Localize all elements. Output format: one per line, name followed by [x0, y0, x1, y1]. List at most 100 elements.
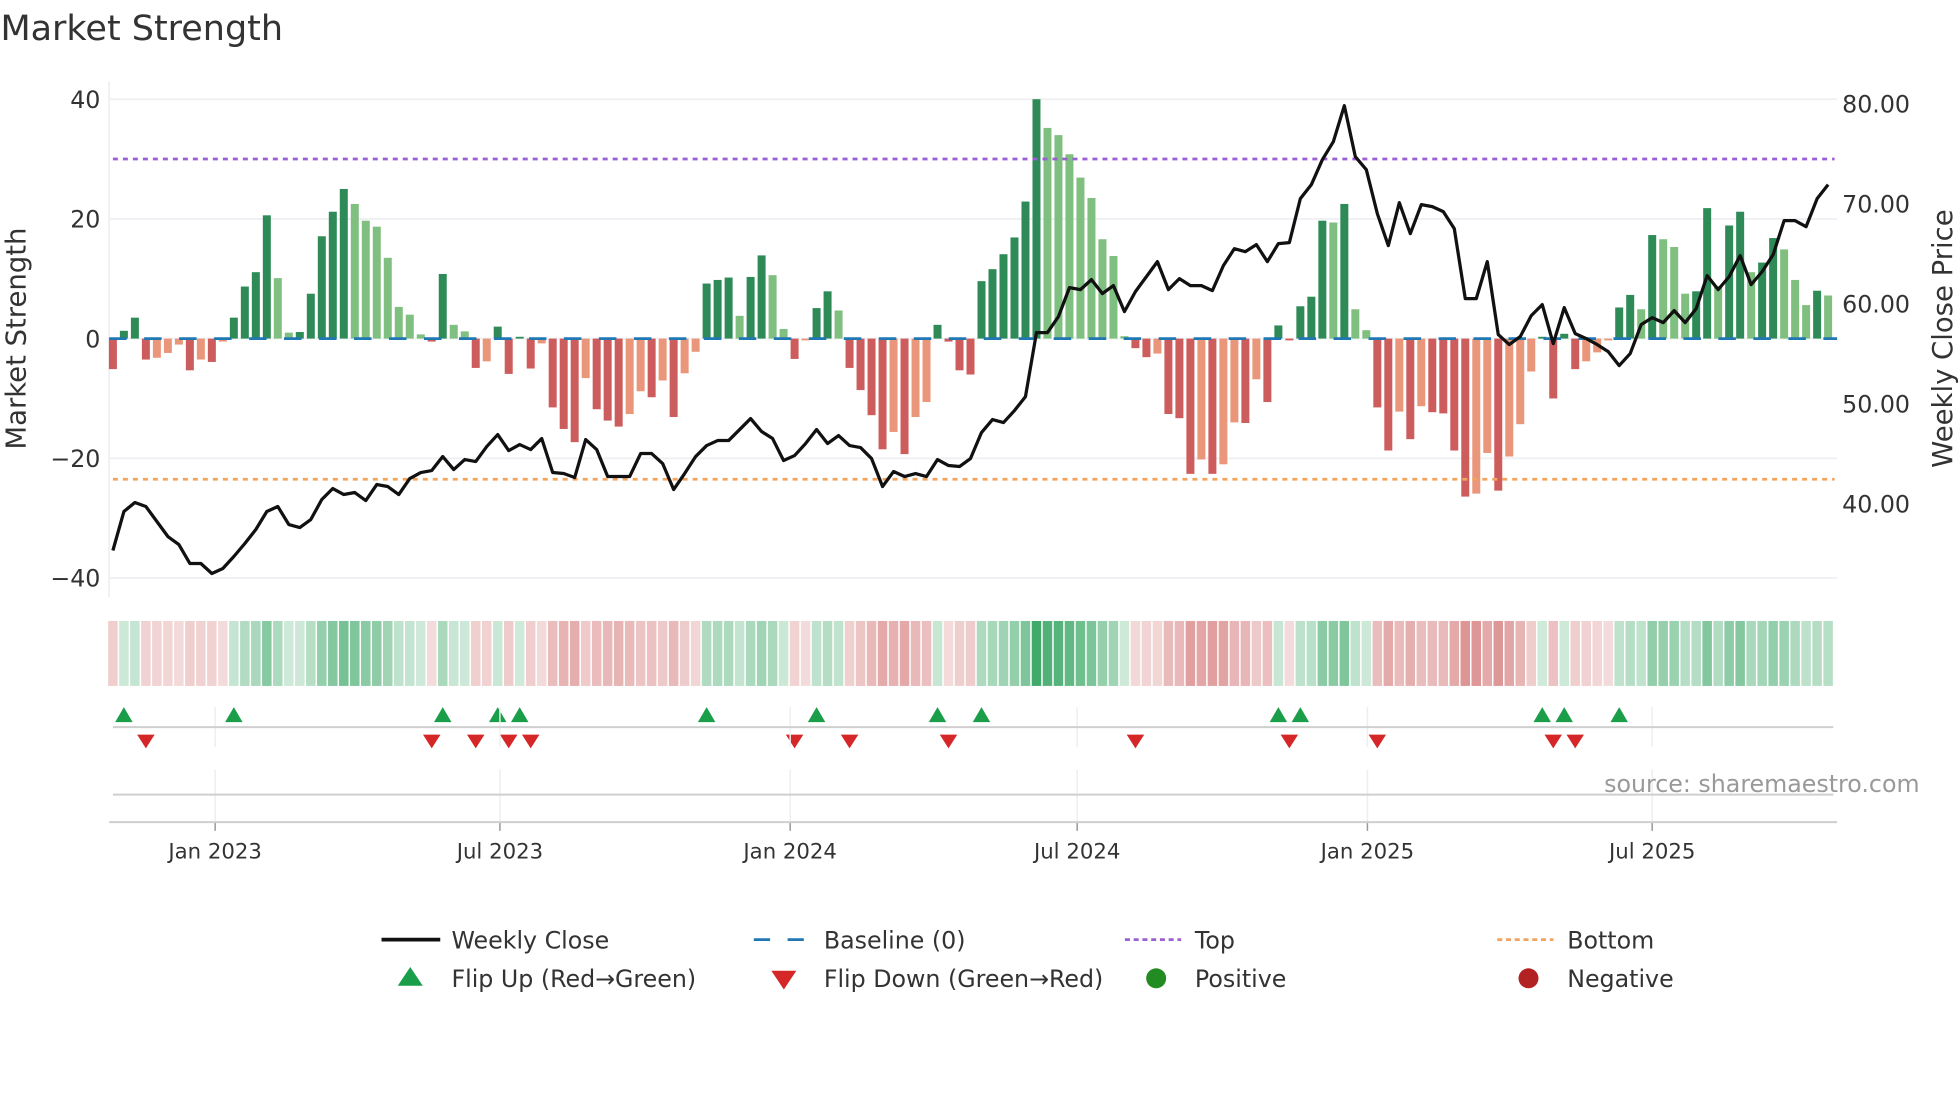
y2-tick-label: 40.00	[1842, 490, 1910, 518]
heat-cell	[1801, 620, 1811, 686]
strength-bar	[350, 203, 359, 339]
heat-cell	[427, 620, 437, 686]
heat-cell	[405, 620, 415, 686]
strength-bar	[1065, 154, 1074, 339]
strength-bar	[1153, 338, 1162, 354]
strength-bar	[273, 278, 282, 339]
strength-bar	[515, 336, 524, 339]
strength-bar	[1274, 325, 1283, 339]
strength-bar	[1505, 338, 1514, 457]
heat-cell	[262, 620, 272, 686]
heat-cell	[1174, 620, 1185, 686]
strength-bar	[405, 314, 414, 339]
heat-cell	[459, 620, 470, 686]
strength-bar	[625, 338, 634, 415]
heat-cell	[437, 620, 448, 686]
strength-bar	[240, 286, 249, 339]
strength-bar	[438, 273, 447, 339]
strength-bar	[1439, 338, 1448, 414]
strength-bar	[1252, 338, 1261, 380]
heat-cell	[1141, 620, 1152, 686]
flip-up-marker	[225, 707, 243, 723]
y-tick-label: 20	[70, 206, 100, 234]
heat-strip	[108, 620, 1833, 686]
flip-down-marker	[1126, 734, 1145, 749]
flip-up-marker	[807, 707, 826, 723]
flip-up-marker	[697, 707, 716, 723]
strength-bar	[1714, 285, 1723, 339]
heat-cell	[1713, 620, 1723, 686]
strength-bar	[669, 338, 678, 417]
strength-bar	[339, 188, 348, 339]
strength-bar	[570, 338, 579, 443]
flip-up-marker	[1291, 707, 1310, 723]
strength-bar	[163, 338, 172, 353]
heat-cell	[624, 620, 635, 686]
strength-bar	[1494, 338, 1503, 491]
heat-cell	[317, 620, 327, 686]
flip-down-marker	[939, 734, 958, 749]
heat-cell	[1328, 620, 1339, 686]
heat-cell	[295, 620, 305, 686]
strength-bar	[1395, 338, 1404, 412]
strength-bar	[691, 338, 700, 352]
heat-cell	[943, 620, 954, 686]
strength-bar	[1087, 197, 1096, 339]
y2-axis-title: Weekly Close Price	[1927, 209, 1959, 467]
heat-cell	[833, 620, 844, 686]
heat-cell	[196, 620, 206, 686]
heat-cell	[954, 620, 965, 686]
strength-bar	[383, 257, 392, 339]
heat-cell	[1471, 620, 1482, 686]
heat-cell	[328, 620, 338, 686]
strength-bar	[1329, 222, 1338, 339]
heat-cell	[1515, 620, 1526, 686]
legend-label: Flip Up (Red→Green)	[451, 965, 696, 993]
strength-bar	[1230, 338, 1239, 423]
heat-cell	[844, 620, 855, 686]
strength-bar	[559, 338, 568, 429]
flip-down-marker	[1280, 734, 1299, 749]
heat-cell	[1196, 620, 1207, 686]
flip-down-marker	[840, 734, 859, 749]
heat-cell	[448, 620, 459, 686]
circle-icon	[1146, 968, 1167, 989]
strength-bar	[1824, 295, 1833, 339]
x-tick-label: Jul 2023	[455, 839, 543, 864]
strength-bar	[658, 338, 667, 381]
strength-bar	[1032, 99, 1041, 339]
heat-cell	[383, 620, 393, 686]
strength-bar	[1373, 338, 1382, 408]
heat-cell	[1086, 620, 1097, 686]
legend-label: Bottom	[1567, 926, 1654, 954]
flip-up-marker	[433, 707, 452, 723]
circle-icon	[1518, 968, 1539, 989]
strength-bar	[1417, 338, 1426, 407]
heat-cell	[1185, 620, 1196, 686]
flip-down-marker	[1566, 734, 1584, 749]
source-label: source: sharemaestro.com	[1604, 770, 1919, 798]
heat-cell	[152, 620, 162, 686]
strength-bar	[614, 338, 623, 427]
strength-bar	[713, 279, 722, 339]
heat-cell	[547, 620, 558, 686]
strength-bar	[493, 326, 502, 339]
strength-bar	[152, 338, 161, 358]
strength-bar	[1527, 338, 1536, 372]
legend-label: Baseline (0)	[824, 926, 966, 954]
strength-bar	[548, 338, 557, 408]
heat-cell	[1416, 620, 1427, 686]
y-tick-label: −40	[50, 565, 100, 593]
strength-bar	[955, 338, 964, 371]
strength-bar	[361, 220, 370, 339]
heat-cell	[1735, 620, 1745, 686]
heat-cell	[1724, 620, 1734, 686]
heat-cell	[394, 620, 404, 686]
heat-cell	[1075, 620, 1086, 686]
legend-label: Positive	[1195, 965, 1286, 993]
heat-cell	[1537, 620, 1547, 686]
heat-cell	[668, 620, 679, 686]
heat-cell	[657, 620, 668, 686]
strength-bar	[735, 315, 744, 339]
heat-cell	[679, 620, 690, 686]
